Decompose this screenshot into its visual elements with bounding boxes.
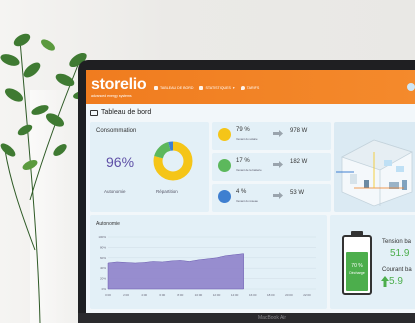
laptop-model-label: MacBook Air <box>258 315 287 321</box>
source-label: Venant du solaire <box>236 137 258 141</box>
nav-tariffs-label: TARIFS <box>246 86 260 90</box>
nav-dashboard-label: TABLEAU DE BORD <box>160 86 194 90</box>
x-tick-label: 0:00 <box>105 293 111 297</box>
x-tick-label: 20:00 <box>285 293 293 297</box>
x-tick-label: 4:00 <box>141 293 147 297</box>
x-tick-label: 22:00 <box>303 293 311 297</box>
source-label: Venant de la batterie <box>236 168 262 172</box>
arrow-right-icon <box>273 130 283 137</box>
battery-state: Décharge <box>349 271 365 275</box>
autonomy-chart-card: Autonomie 0:00 2:00 4:00 6:00 8:00 10:00 12:00… <box>90 215 327 309</box>
autonomy-area-series <box>107 253 244 290</box>
chart-icon <box>199 86 204 90</box>
battery-card: 70 % Décharge Tension ba 51.9 Courant ba… <box>330 215 415 309</box>
nav-tariffs[interactable]: TARIFS <box>240 86 260 90</box>
source-value: 182 W <box>290 159 308 165</box>
source-percent: 17 % <box>236 158 250 164</box>
page-title: Tableau de bord <box>101 109 152 116</box>
battery-gauge: 70 % Décharge <box>342 235 372 295</box>
house-illustration <box>334 122 415 212</box>
consumption-title: Consommation <box>96 128 137 134</box>
nav-dashboard[interactable]: TABLEAU DE BORD <box>154 86 193 90</box>
source-percent: 4 % <box>236 189 247 195</box>
source-card-grid: 4 % Venant du réseau 53 W <box>212 184 331 212</box>
x-tick-label: 10:00 <box>195 293 203 297</box>
current-value: 5.9 <box>389 276 403 287</box>
source-card-battery: 17 % Venant de la batterie 182 W <box>212 153 331 181</box>
nav-statistics-label: STATISTIQUES <box>205 86 231 90</box>
battery-icon <box>218 159 231 172</box>
sun-icon <box>218 128 231 141</box>
page-title-row: Tableau de bord <box>90 109 151 116</box>
x-tick-label: 6:00 <box>159 293 165 297</box>
autonomy-area-chart: 0:00 2:00 4:00 6:00 8:00 10:00 12:00 14:00 16:00… <box>98 235 316 297</box>
source-label: Venant du réseau <box>236 199 258 203</box>
x-tick-label: 2:00 <box>123 293 129 297</box>
brand-logo[interactable]: storelio <box>91 76 147 94</box>
user-avatar[interactable] <box>407 83 415 91</box>
x-tick-label: 8:00 <box>177 293 183 297</box>
y-tick-label: 0% <box>102 287 107 291</box>
app-header: storelio advanced energy systems TABLEAU… <box>86 70 415 104</box>
autonomy-percent: 96% <box>106 154 135 170</box>
consumption-card: Consommation 96% Autonomie Répartition <box>90 122 209 212</box>
dashboard-screen: storelio advanced energy systems TABLEAU… <box>86 70 415 313</box>
x-tick-label: 18:00 <box>267 293 275 297</box>
arrow-up-icon <box>381 276 389 287</box>
autonomy-chart-title: Autonomie <box>96 221 120 227</box>
y-tick-label: 80% <box>100 245 106 249</box>
dashboard-icon <box>154 86 158 90</box>
x-tick-label: 14:00 <box>231 293 239 297</box>
arrow-right-icon <box>273 192 283 199</box>
arrow-right-icon <box>273 161 283 168</box>
voltage-value: 51.9 <box>390 248 410 259</box>
y-tick-label: 100% <box>98 235 106 239</box>
current-label: Courant ba <box>382 267 412 273</box>
drop-icon <box>240 86 245 90</box>
house-drawing <box>336 139 414 207</box>
split-donut-chart <box>153 141 193 181</box>
source-value: 53 W <box>290 190 305 196</box>
x-tick-label: 16:00 <box>249 293 257 297</box>
plug-icon <box>218 190 231 203</box>
battery-percent: 70 % <box>351 263 363 269</box>
autonomy-label: Autonomie <box>104 189 126 194</box>
y-tick-label: 40% <box>100 266 106 270</box>
y-tick-label: 20% <box>100 277 106 281</box>
nav-statistics[interactable]: STATISTIQUES ▾ <box>199 86 235 90</box>
brand-tagline: advanced energy systems <box>91 94 132 98</box>
main-nav: TABLEAU DE BORD STATISTIQUES ▾ TARIFS <box>154 86 259 90</box>
source-value: 978 W <box>290 128 308 134</box>
chevron-down-icon: ▾ <box>232 86 235 90</box>
monitor-icon <box>90 109 98 116</box>
laptop-bezel: MacBook Air <box>78 313 415 323</box>
x-tick-label: 12:00 <box>213 293 221 297</box>
source-percent: 79 % <box>236 127 250 133</box>
voltage-label: Tension ba <box>382 239 412 245</box>
source-card-solar: 79 % Venant du solaire 978 W <box>212 122 331 150</box>
y-tick-label: 60% <box>100 256 106 260</box>
split-label: Répartition <box>156 189 178 194</box>
